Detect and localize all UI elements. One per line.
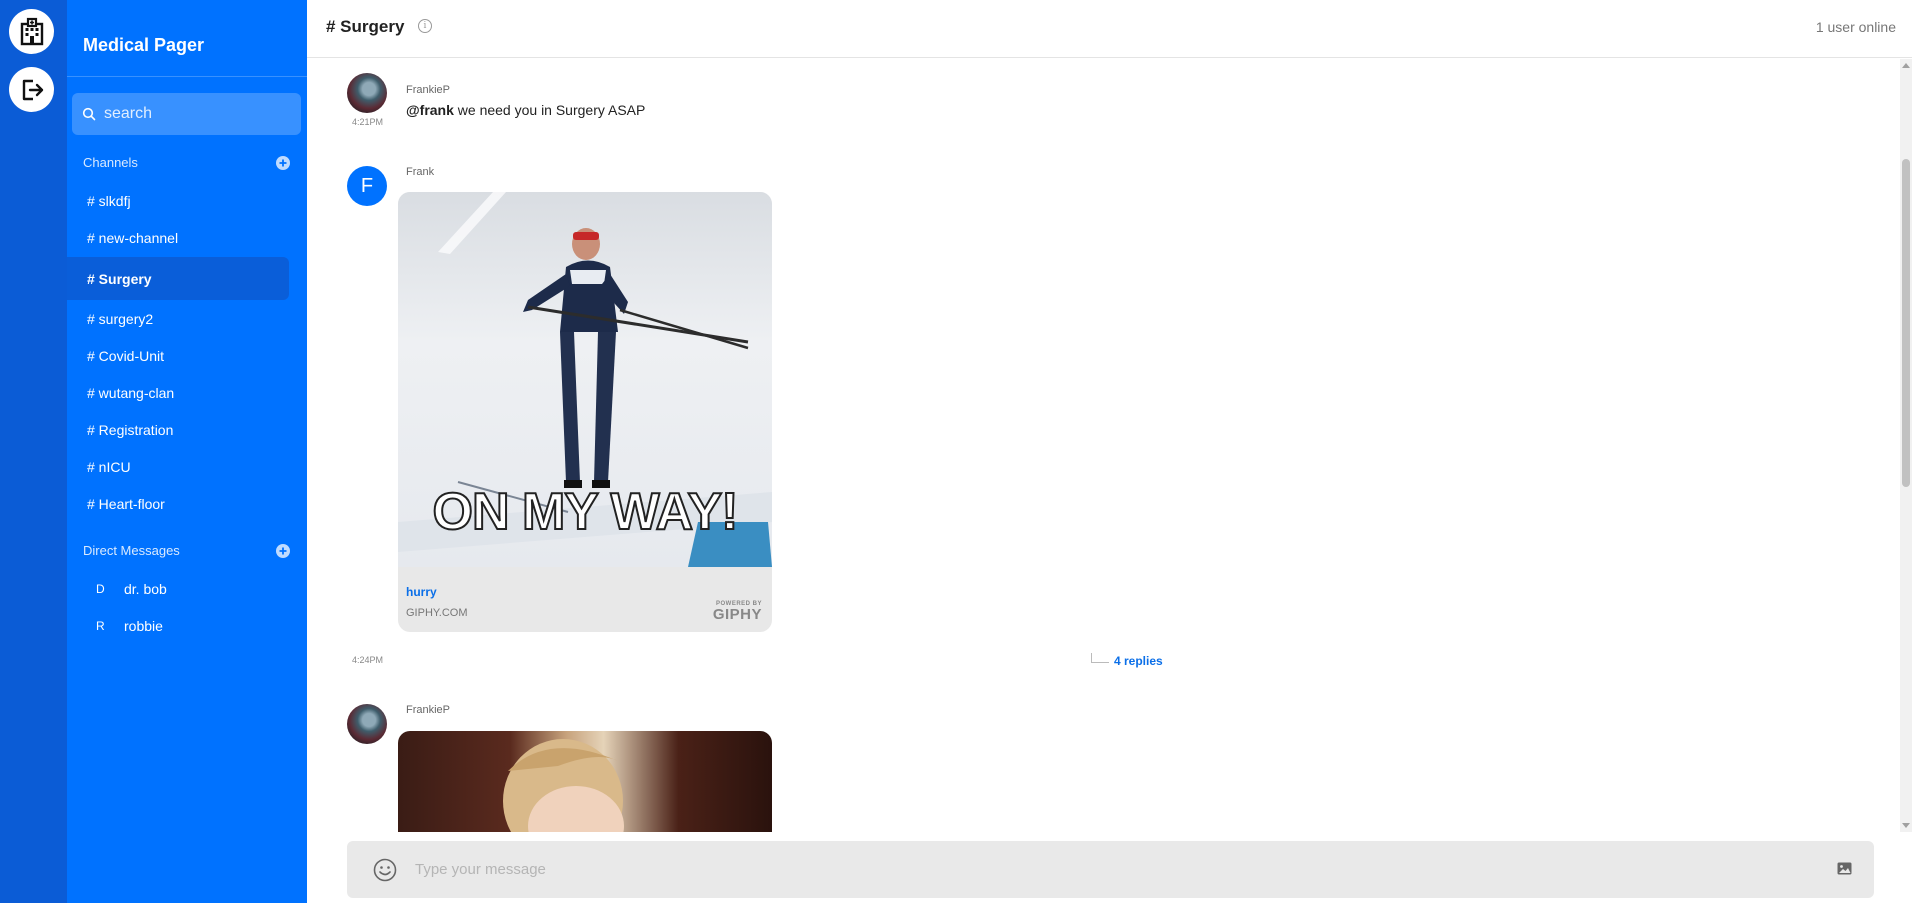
add-dm-button[interactable] (276, 544, 290, 558)
plus-icon (279, 547, 287, 555)
message-scrollbar[interactable] (1900, 59, 1912, 832)
dm-initial: D (96, 582, 105, 596)
app-title: Medical Pager (83, 35, 205, 55)
logout-button[interactable] (9, 67, 54, 112)
channels-heading: Channels (83, 155, 138, 170)
reply-arrow-icon (1091, 653, 1109, 663)
search-input[interactable]: search (104, 105, 152, 123)
channel-item[interactable]: # wutang-clan (70, 378, 292, 408)
message-composer: Type your message (347, 841, 1874, 898)
search-icon (82, 107, 96, 121)
channel-item[interactable]: # slkdfj (70, 186, 292, 216)
giphy-card[interactable]: ON MY WAY! hurry GIPHY.COM POWERED BY GI… (398, 192, 772, 632)
channel-item-active[interactable]: # Surgery (67, 257, 289, 300)
info-icon[interactable]: i (418, 19, 432, 33)
channel-item[interactable]: # Covid-Unit (70, 341, 292, 371)
message-author: FrankieP (406, 84, 451, 96)
dm-name: dr. bob (124, 581, 167, 597)
channel-header: # Surgery i 1 user online (307, 0, 1912, 58)
gif-image: ON MY WAY! (398, 192, 772, 567)
add-channel-button[interactable] (276, 156, 290, 170)
message-time: 4:21PM (352, 117, 384, 127)
avatar[interactable] (347, 704, 387, 744)
plus-icon (279, 159, 287, 167)
channel-title: # Surgery (326, 17, 405, 36)
sidebar: Medical Pager search Channels # slkdfj #… (67, 0, 307, 903)
channel-item[interactable]: # surgery2 (70, 304, 292, 334)
app: Medical Pager search Channels # slkdfj #… (0, 0, 1912, 903)
link-source: GIPHY.COM (406, 607, 468, 619)
image-upload-icon[interactable] (1837, 862, 1852, 875)
link-title[interactable]: hurry (406, 585, 437, 599)
replies-count: 4 replies (1114, 654, 1163, 668)
avatar[interactable]: F (347, 166, 387, 206)
message-body: we need you in Surgery ASAP (453, 102, 646, 118)
emoji-icon[interactable] (373, 858, 397, 882)
mention[interactable]: @frank (406, 102, 454, 118)
gif-image[interactable] (398, 731, 772, 832)
hospital-button[interactable] (9, 9, 54, 54)
channel-item[interactable]: # nICU (70, 452, 292, 482)
logout-icon (22, 79, 43, 100)
message-time: 4:24PM (352, 655, 384, 665)
giphy-wordmark: GIPHY (712, 606, 762, 623)
scroll-down-icon[interactable] (1902, 823, 1910, 828)
message-text: @frank we need you in Surgery ASAP (406, 102, 645, 118)
dm-item[interactable]: R robbie (96, 614, 163, 638)
hospital-icon (20, 17, 43, 45)
message-input[interactable]: Type your message (415, 861, 546, 878)
search-box[interactable]: search (72, 93, 301, 135)
avatar[interactable] (347, 73, 387, 113)
thread-replies-link[interactable]: 4 replies (1091, 653, 1163, 668)
channel-item[interactable]: # Heart-floor (70, 489, 292, 519)
app-rail (0, 0, 67, 903)
channel-item[interactable]: # new-channel (70, 223, 292, 253)
dm-initial: R (96, 619, 105, 633)
scroll-thumb[interactable] (1902, 159, 1910, 487)
message-list: FrankieP 4:21PM @frank we need you in Su… (307, 59, 1900, 832)
message-author: FrankieP (406, 704, 451, 716)
channel-item[interactable]: # Registration (70, 415, 292, 445)
gif-preview (503, 739, 624, 832)
giphy-logo: POWERED BY GIPHY (710, 601, 762, 622)
scroll-up-icon[interactable] (1902, 63, 1910, 68)
dm-item[interactable]: D dr. bob (96, 577, 167, 601)
direct-messages-heading: Direct Messages (83, 543, 180, 558)
dm-name: robbie (124, 618, 163, 634)
divider (67, 76, 307, 77)
online-count: 1 user online (1815, 19, 1896, 35)
message-author: Frank (406, 166, 435, 178)
gif-caption: ON MY WAY! (432, 482, 740, 542)
